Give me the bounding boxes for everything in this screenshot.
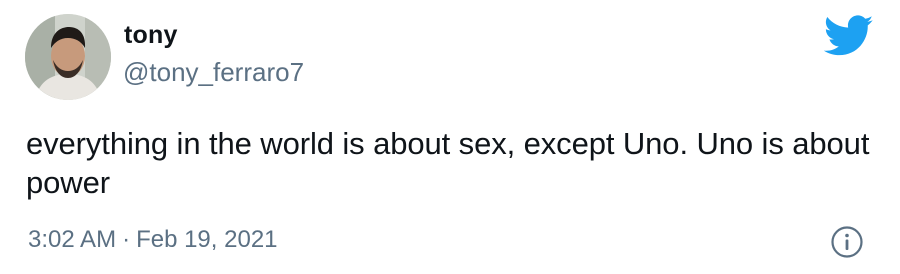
tweet-timestamp[interactable]: 3:02 AM · Feb 19, 2021 bbox=[28, 225, 278, 255]
tweet-text: everything in the world is about sex, ex… bbox=[26, 126, 870, 200]
info-icon[interactable] bbox=[830, 225, 864, 259]
user-handle[interactable]: @tony_ferraro7 bbox=[123, 57, 304, 87]
tweet-time[interactable]: 3:02 AM bbox=[28, 226, 116, 253]
twitter-bird-icon[interactable] bbox=[824, 15, 874, 57]
tweet-date[interactable]: Feb 19, 2021 bbox=[136, 226, 277, 253]
tweet-card: tony @tony_ferraro7 everything in the wo… bbox=[0, 0, 900, 274]
timestamp-separator: · bbox=[122, 226, 131, 253]
display-name[interactable]: tony bbox=[124, 20, 178, 50]
avatar[interactable] bbox=[25, 14, 111, 100]
